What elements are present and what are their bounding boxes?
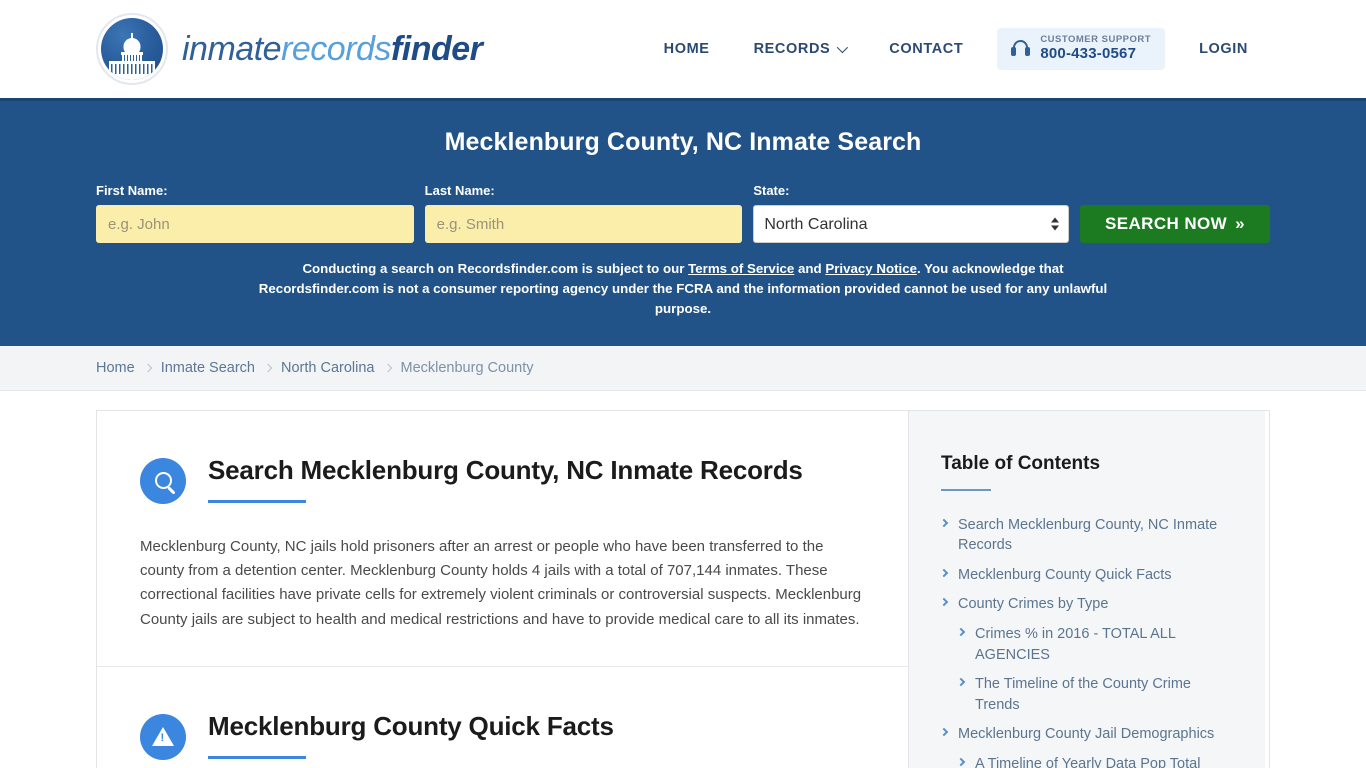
- last-name-input[interactable]: [424, 205, 743, 243]
- chevron-right-icon: [956, 627, 966, 637]
- support-phone: 800-433-0567: [1040, 44, 1137, 62]
- logo-part-finder: finder: [390, 29, 483, 68]
- search-circle-icon: [140, 457, 186, 504]
- chevron-right-icon: [939, 727, 949, 737]
- search-now-label: SEARCH NOW: [1105, 214, 1228, 233]
- hero-search-banner: Mecklenburg County, NC Inmate Search Fir…: [0, 98, 1366, 346]
- toc-item-search-records[interactable]: Search Mecklenburg County, NC Inmate Rec…: [939, 515, 1233, 556]
- section-quick-facts-title: Mecklenburg County Quick Facts: [208, 710, 614, 741]
- last-name-label: Last Name:: [424, 183, 495, 198]
- first-name-label: First Name:: [96, 183, 168, 198]
- state-label: State:: [753, 183, 790, 198]
- nav-home[interactable]: HOME: [642, 31, 732, 67]
- nav-contact-label: CONTACT: [889, 40, 964, 57]
- toc-link-yearly-pop-total[interactable]: A Timeline of Yearly Data Pop Total from…: [975, 754, 1233, 768]
- table-of-contents-sidebar: Table of Contents Search Mecklenburg Cou…: [908, 410, 1265, 768]
- first-name-input[interactable]: [96, 205, 414, 243]
- nav-records[interactable]: RECORDS: [732, 31, 868, 67]
- privacy-notice-link[interactable]: Privacy Notice: [825, 261, 917, 276]
- chevron-right-icon: [939, 568, 949, 578]
- page-title: Mecklenburg County, NC Inmate Search: [444, 128, 922, 156]
- chevron-right-icon: [956, 677, 966, 687]
- chevron-right-icon: [263, 363, 273, 372]
- toc-title: Table of Contents: [941, 452, 1101, 474]
- content-area: Search Mecklenburg County, NC Inmate Rec…: [0, 390, 1366, 768]
- toc-item-jail-demographics[interactable]: Mecklenburg County Jail Demographics: [939, 724, 1233, 745]
- chevron-right-icon: [383, 363, 392, 372]
- toc-link-crimes-percent-2016[interactable]: Crimes % in 2016 - TOTAL ALL AGENCIES: [975, 624, 1233, 665]
- warning-circle-icon: [140, 713, 186, 760]
- breadcrumb-inmate-search[interactable]: Inmate Search: [161, 360, 255, 376]
- main-navigation: HOME RECORDS CONTACT CUSTOMER SUPPORT 80…: [642, 28, 1270, 70]
- section-quick-facts: Mecklenburg County Quick Facts: [97, 667, 908, 768]
- section-search-records-body: Mecklenburg County, NC jails hold prison…: [140, 537, 862, 628]
- section-search-records-title: Search Mecklenburg County, NC Inmate Rec…: [208, 454, 803, 485]
- nav-records-label: RECORDS: [753, 40, 831, 57]
- state-select[interactable]: North Carolina: [753, 205, 1069, 243]
- search-disclaimer: Conducting a search on Recordsfinder.com…: [253, 259, 1113, 320]
- nav-login-label: LOGIN: [1199, 40, 1248, 57]
- double-chevron-right-icon: »: [1235, 214, 1245, 233]
- main-content: Search Mecklenburg County, NC Inmate Rec…: [97, 410, 908, 768]
- toc-link-county-crimes-by-type[interactable]: County Crimes by Type: [958, 594, 1108, 615]
- customer-support-badge[interactable]: CUSTOMER SUPPORT 800-433-0567: [997, 28, 1166, 70]
- disclaimer-part-1: Conducting a search on Recordsfinder.com…: [302, 261, 689, 276]
- toc-item-yearly-pop-total[interactable]: A Timeline of Yearly Data Pop Total from…: [941, 754, 1233, 768]
- nav-login[interactable]: LOGIN: [1177, 31, 1270, 67]
- logo-part-inmate: inmate: [182, 29, 282, 68]
- state-field-group: State: North Carolina: [753, 183, 1069, 243]
- toc-list: Search Mecklenburg County, NC Inmate Rec…: [939, 515, 1233, 768]
- chevron-right-icon: [143, 363, 152, 372]
- terms-of-service-link[interactable]: Terms of Service: [688, 261, 794, 276]
- headset-icon: [1011, 39, 1031, 58]
- breadcrumb: Home Inmate Search North Carolina Meckle…: [0, 345, 1366, 391]
- inmate-search-form: First Name: Last Name: State: North Caro…: [96, 183, 1270, 243]
- section-search-records: Search Mecklenburg County, NC Inmate Rec…: [97, 411, 908, 667]
- site-header: inmaterecordsfinder HOME RECORDS CONTACT…: [0, 0, 1366, 98]
- chevron-right-icon: [939, 518, 949, 527]
- disclaimer-part-2: and: [794, 261, 826, 276]
- toc-link-crime-trends-timeline[interactable]: The Timeline of the County Crime Trends: [975, 674, 1233, 715]
- site-logo[interactable]: inmaterecordsfinder: [96, 13, 483, 85]
- chevron-right-icon: [956, 757, 966, 767]
- toc-link-quick-facts[interactable]: Mecklenburg County Quick Facts: [958, 565, 1172, 586]
- first-name-field-group: First Name:: [96, 183, 414, 243]
- title-underline: [208, 755, 306, 759]
- title-underline: [208, 499, 306, 503]
- last-name-field-group: Last Name:: [424, 183, 743, 243]
- search-now-button[interactable]: SEARCH NOW »: [1079, 205, 1270, 243]
- toc-link-jail-demographics[interactable]: Mecklenburg County Jail Demographics: [958, 724, 1214, 745]
- toc-item-county-crimes-by-type[interactable]: County Crimes by Type: [939, 594, 1233, 615]
- breadcrumb-mecklenburg-county: Mecklenburg County: [400, 359, 534, 376]
- nav-home-label: HOME: [663, 40, 710, 57]
- chevron-down-icon: [837, 41, 849, 54]
- toc-underline: [941, 488, 991, 491]
- logo-wordmark: inmaterecordsfinder: [182, 29, 483, 69]
- breadcrumb-home[interactable]: Home: [96, 360, 135, 376]
- nav-contact[interactable]: CONTACT: [867, 31, 985, 67]
- breadcrumb-north-carolina[interactable]: North Carolina: [281, 360, 375, 376]
- toc-link-search-records[interactable]: Search Mecklenburg County, NC Inmate Rec…: [958, 515, 1233, 556]
- capitol-dome-icon: [96, 13, 168, 85]
- toc-item-crimes-percent-2016[interactable]: Crimes % in 2016 - TOTAL ALL AGENCIES: [941, 624, 1233, 665]
- toc-item-crime-trends-timeline[interactable]: The Timeline of the County Crime Trends: [941, 674, 1233, 715]
- chevron-right-icon: [939, 598, 949, 607]
- toc-item-quick-facts[interactable]: Mecklenburg County Quick Facts: [939, 565, 1233, 586]
- logo-part-records: records: [281, 29, 391, 68]
